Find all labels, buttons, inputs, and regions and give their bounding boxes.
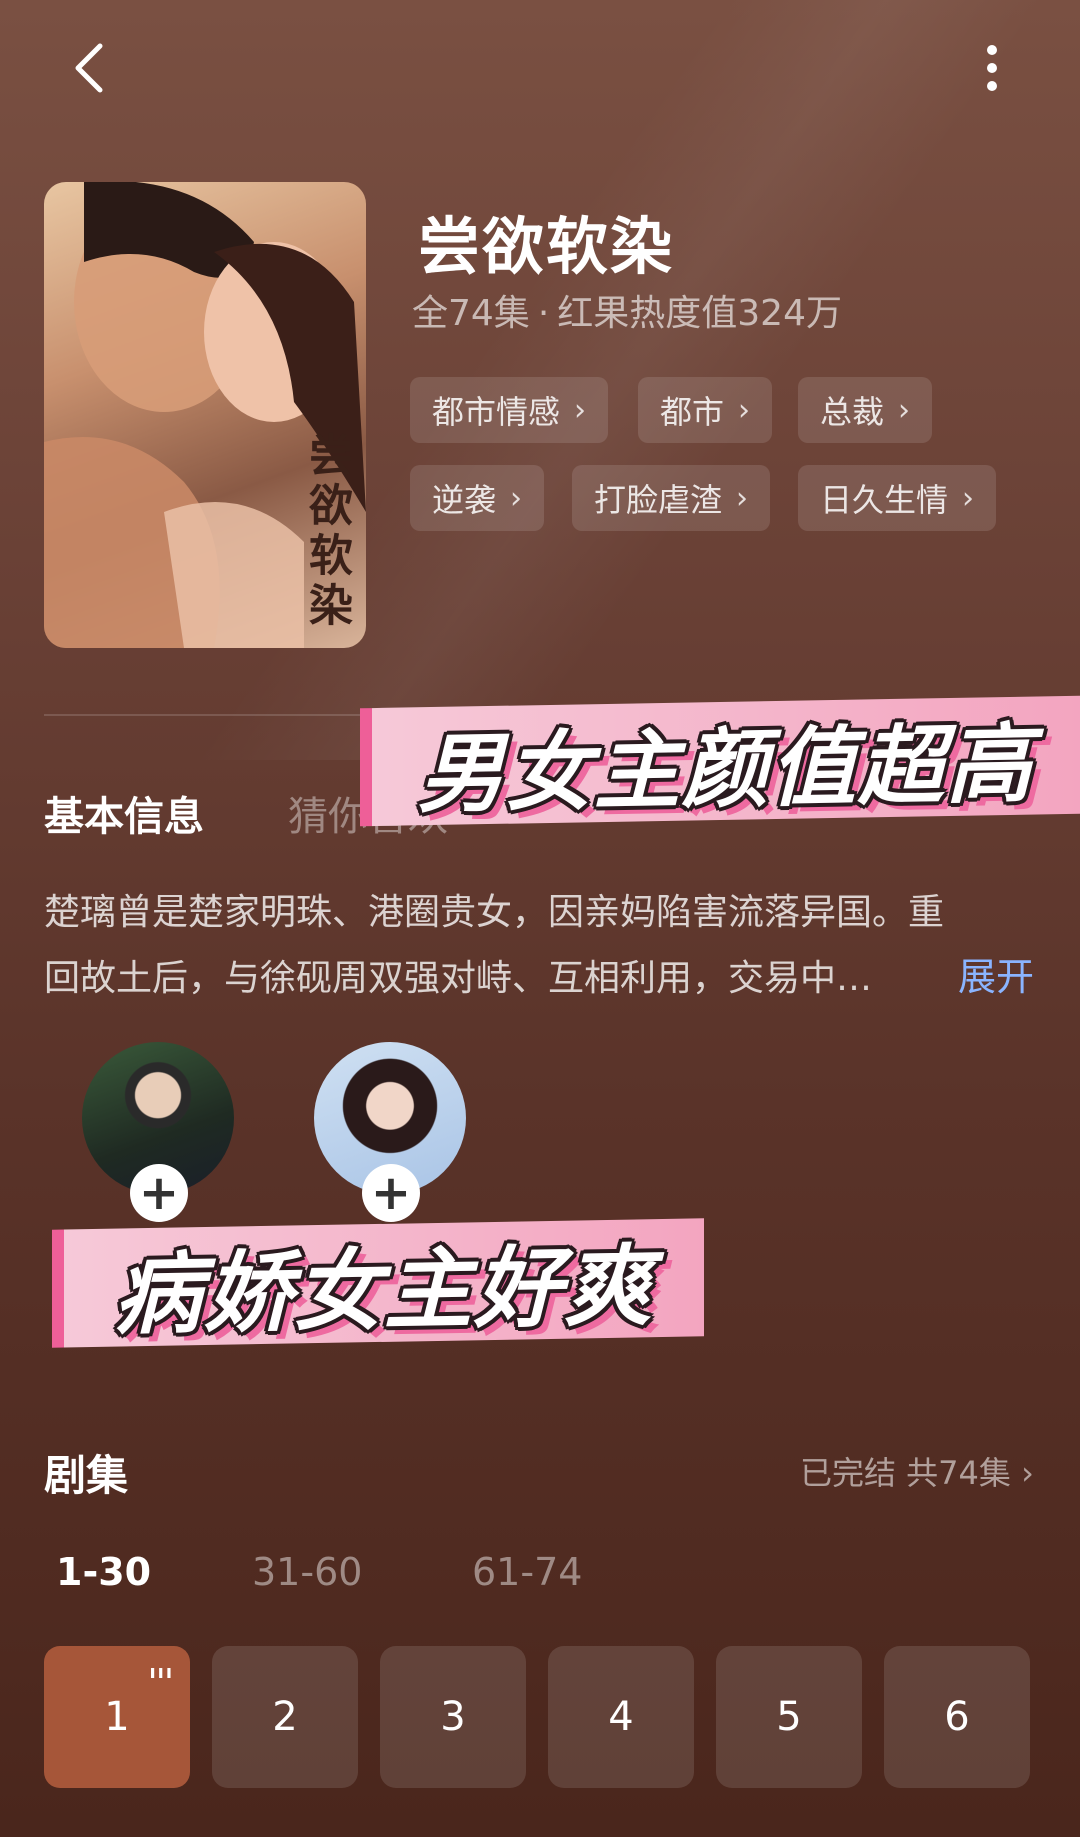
tag-urban[interactable]: 都市 › <box>638 377 773 443</box>
tag-revenge[interactable]: 打脸虐渣 › <box>572 465 771 531</box>
episodes-status-link[interactable]: 已完结 共74集 › <box>800 1448 1034 1494</box>
range-tab-31-60[interactable]: 31-60 <box>252 1550 362 1594</box>
heat-value: 红果热度值324万 <box>557 293 842 334</box>
meta-separator: · <box>537 293 550 334</box>
expand-link[interactable]: 展开 <box>958 946 1034 1001</box>
synopsis-text: 楚璃曾是楚家明珠、港圈贵女，因亲妈陷害流落异国。重回故土后，与徐砚周双强对峙、互… <box>44 892 945 999</box>
episode-button[interactable]: 4 <box>548 1646 694 1788</box>
chevron-left-icon <box>75 43 103 93</box>
chevron-right-icon: › <box>574 392 587 428</box>
more-button[interactable] <box>960 38 1020 98</box>
chevron-right-icon: › <box>510 480 523 516</box>
chevron-right-icon: › <box>738 392 751 428</box>
episode-button[interactable]: 3 <box>380 1646 526 1788</box>
drama-title: 尝欲软染 <box>418 210 675 283</box>
tag-label: 日久生情 <box>820 481 949 519</box>
episode-button-current[interactable]: 1 ııı <box>44 1646 190 1788</box>
episode-number: 4 <box>608 1694 634 1740</box>
more-vertical-icon <box>987 45 997 91</box>
follow-plus-icon[interactable]: + <box>130 1164 188 1222</box>
sticker-text: 病娇女主好爽 <box>113 1233 654 1347</box>
episodes-status: 已完结 共74集 <box>800 1454 1011 1492</box>
tab-basic-info[interactable]: 基本信息 <box>44 784 204 842</box>
tag-label: 都市情感 <box>432 393 561 431</box>
tag-label: 逆袭 <box>432 481 497 519</box>
episode-number: 2 <box>272 1694 298 1740</box>
tag-label: 都市 <box>660 393 725 431</box>
range-tab-61-74[interactable]: 61-74 <box>472 1550 582 1594</box>
poster-title: 尝欲软染 <box>301 432 352 632</box>
sticker-text: 男女主颜值超高 <box>418 714 1034 825</box>
sticker-caption-top: 男女主颜值超高 <box>360 695 1080 827</box>
episode-button[interactable]: 2 <box>212 1646 358 1788</box>
tag-ceo[interactable]: 总裁 › <box>798 377 933 443</box>
tag-comeback[interactable]: 逆袭 › <box>410 465 545 531</box>
episode-number: 3 <box>440 1694 466 1740</box>
playing-bars-icon: ııı <box>149 1662 174 1683</box>
episode-number: 5 <box>776 1694 802 1740</box>
episode-button[interactable]: 5 <box>716 1646 862 1788</box>
episode-button[interactable]: 6 <box>884 1646 1030 1788</box>
follow-plus-icon[interactable]: + <box>362 1164 420 1222</box>
back-button[interactable] <box>62 38 122 98</box>
chevron-right-icon: › <box>898 392 911 428</box>
chevron-right-icon: › <box>1010 1454 1034 1492</box>
tag-slow-burn[interactable]: 日久生情 › <box>798 465 997 531</box>
chevron-right-icon: › <box>962 480 975 516</box>
tag-label: 总裁 <box>820 393 885 431</box>
episode-number: 6 <box>944 1694 970 1740</box>
episode-number: 1 <box>104 1694 130 1740</box>
divider <box>44 714 374 716</box>
tag-urban-romance[interactable]: 都市情感 › <box>410 377 609 443</box>
chevron-right-icon: › <box>736 480 749 516</box>
tag-label: 打脸虐渣 <box>594 481 723 519</box>
drama-meta: 全74集 · 红果热度值324万 <box>412 284 842 336</box>
episodes-section-title: 剧集 <box>44 1451 129 1500</box>
top-bar <box>0 0 1080 140</box>
range-tab-1-30[interactable]: 1-30 <box>56 1550 151 1594</box>
sticker-caption-bottom: 病娇女主好爽 <box>52 1218 704 1348</box>
episode-count: 全74集 <box>412 293 530 334</box>
drama-poster[interactable]: 尝欲软染 <box>44 182 366 648</box>
